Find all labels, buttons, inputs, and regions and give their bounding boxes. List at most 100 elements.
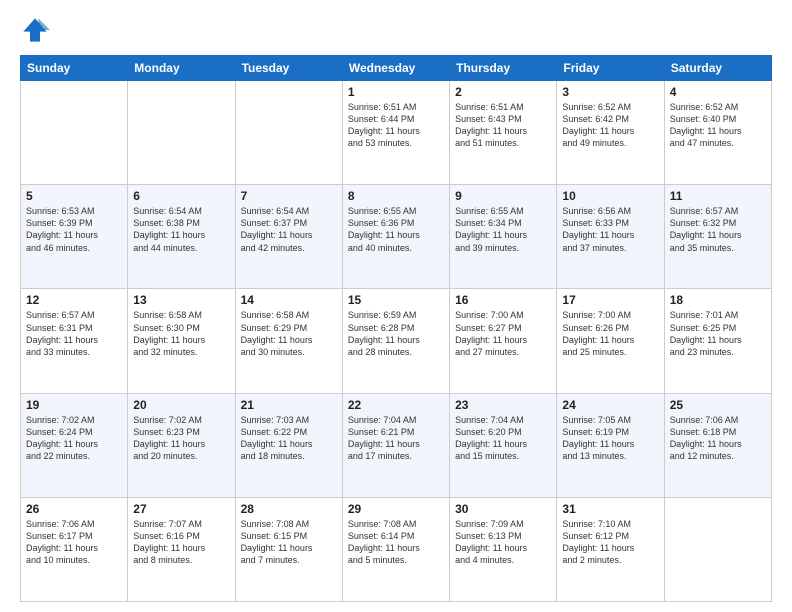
day-info: Sunrise: 6:52 AM Sunset: 6:42 PM Dayligh… — [562, 101, 658, 150]
day-header-monday: Monday — [128, 56, 235, 81]
calendar-header-row: SundayMondayTuesdayWednesdayThursdayFrid… — [21, 56, 772, 81]
day-info: Sunrise: 7:06 AM Sunset: 6:18 PM Dayligh… — [670, 414, 766, 463]
day-info: Sunrise: 7:07 AM Sunset: 6:16 PM Dayligh… — [133, 518, 229, 567]
calendar-cell: 13 Sunrise: 6:58 AM Sunset: 6:30 PM Dayli… — [128, 289, 235, 393]
day-info: Sunrise: 6:51 AM Sunset: 6:44 PM Dayligh… — [348, 101, 444, 150]
day-info: Sunrise: 7:06 AM Sunset: 6:17 PM Dayligh… — [26, 518, 122, 567]
day-header-saturday: Saturday — [664, 56, 771, 81]
day-header-wednesday: Wednesday — [342, 56, 449, 81]
day-number: 2 — [455, 85, 551, 99]
calendar-cell: 27 Sunrise: 7:07 AM Sunset: 6:16 PM Dayli… — [128, 497, 235, 601]
day-number: 21 — [241, 398, 337, 412]
calendar-cell: 11 Sunrise: 6:57 AM Sunset: 6:32 PM Dayli… — [664, 185, 771, 289]
header — [20, 15, 772, 45]
calendar-cell: 18 Sunrise: 7:01 AM Sunset: 6:25 PM Dayli… — [664, 289, 771, 393]
day-number: 26 — [26, 502, 122, 516]
day-header-friday: Friday — [557, 56, 664, 81]
calendar-cell: 30Sunrise: 7:09 AM Sunset: 6:13 PM Dayli… — [450, 497, 557, 601]
day-info: Sunrise: 6:53 AM Sunset: 6:39 PM Dayligh… — [26, 205, 122, 254]
calendar-cell: 2 Sunrise: 6:51 AM Sunset: 6:43 PM Daylig… — [450, 81, 557, 185]
day-info: Sunrise: 6:58 AM Sunset: 6:29 PM Dayligh… — [241, 309, 337, 358]
day-info: Sunrise: 6:57 AM Sunset: 6:32 PM Dayligh… — [670, 205, 766, 254]
day-info: Sunrise: 6:55 AM Sunset: 6:36 PM Dayligh… — [348, 205, 444, 254]
day-number: 18 — [670, 293, 766, 307]
day-info: Sunrise: 6:57 AM Sunset: 6:31 PM Dayligh… — [26, 309, 122, 358]
day-number: 19 — [26, 398, 122, 412]
day-number: 27 — [133, 502, 229, 516]
calendar-cell: 25 Sunrise: 7:06 AM Sunset: 6:18 PM Dayli… — [664, 393, 771, 497]
calendar-cell: 19 Sunrise: 7:02 AM Sunset: 6:24 PM Dayli… — [21, 393, 128, 497]
day-number: 11 — [670, 189, 766, 203]
day-number: 17 — [562, 293, 658, 307]
page: SundayMondayTuesdayWednesdayThursdayFrid… — [0, 0, 792, 612]
calendar-week-1: 1 Sunrise: 6:51 AM Sunset: 6:44 PM Daylig… — [21, 81, 772, 185]
day-number: 13 — [133, 293, 229, 307]
logo — [20, 15, 55, 45]
calendar-cell: 29 Sunrise: 7:08 AM Sunset: 6:14 PM Dayli… — [342, 497, 449, 601]
day-info: Sunrise: 6:59 AM Sunset: 6:28 PM Dayligh… — [348, 309, 444, 358]
day-info: Sunrise: 6:58 AM Sunset: 6:30 PM Dayligh… — [133, 309, 229, 358]
calendar-week-2: 5Sunrise: 6:53 AM Sunset: 6:39 PM Daylig… — [21, 185, 772, 289]
calendar-cell: 31 Sunrise: 7:10 AM Sunset: 6:12 PM Dayli… — [557, 497, 664, 601]
day-number: 14 — [241, 293, 337, 307]
calendar-cell: 24 Sunrise: 7:05 AM Sunset: 6:19 PM Dayli… — [557, 393, 664, 497]
day-info: Sunrise: 6:51 AM Sunset: 6:43 PM Dayligh… — [455, 101, 551, 150]
calendar-cell: 26 Sunrise: 7:06 AM Sunset: 6:17 PM Dayli… — [21, 497, 128, 601]
calendar-cell — [664, 497, 771, 601]
day-number: 1 — [348, 85, 444, 99]
calendar-cell: 22Sunrise: 7:04 AM Sunset: 6:21 PM Dayli… — [342, 393, 449, 497]
day-number: 23 — [455, 398, 551, 412]
day-info: Sunrise: 7:05 AM Sunset: 6:19 PM Dayligh… — [562, 414, 658, 463]
day-number: 3 — [562, 85, 658, 99]
calendar-cell: 16Sunrise: 7:00 AM Sunset: 6:27 PM Dayli… — [450, 289, 557, 393]
calendar-cell: 4 Sunrise: 6:52 AM Sunset: 6:40 PM Daylig… — [664, 81, 771, 185]
calendar-cell: 3 Sunrise: 6:52 AM Sunset: 6:42 PM Daylig… — [557, 81, 664, 185]
day-info: Sunrise: 7:02 AM Sunset: 6:23 PM Dayligh… — [133, 414, 229, 463]
day-info: Sunrise: 7:03 AM Sunset: 6:22 PM Dayligh… — [241, 414, 337, 463]
day-number: 15 — [348, 293, 444, 307]
day-info: Sunrise: 7:08 AM Sunset: 6:14 PM Dayligh… — [348, 518, 444, 567]
day-number: 12 — [26, 293, 122, 307]
calendar-cell: 21 Sunrise: 7:03 AM Sunset: 6:22 PM Dayli… — [235, 393, 342, 497]
calendar-cell: 5Sunrise: 6:53 AM Sunset: 6:39 PM Daylig… — [21, 185, 128, 289]
calendar-cell: 15 Sunrise: 6:59 AM Sunset: 6:28 PM Dayli… — [342, 289, 449, 393]
day-info: Sunrise: 7:04 AM Sunset: 6:20 PM Dayligh… — [455, 414, 551, 463]
calendar-cell: 23 Sunrise: 7:04 AM Sunset: 6:20 PM Dayli… — [450, 393, 557, 497]
calendar-cell: 12 Sunrise: 6:57 AM Sunset: 6:31 PM Dayli… — [21, 289, 128, 393]
day-header-sunday: Sunday — [21, 56, 128, 81]
calendar-cell: 10Sunrise: 6:56 AM Sunset: 6:33 PM Dayli… — [557, 185, 664, 289]
day-number: 29 — [348, 502, 444, 516]
calendar-week-5: 26 Sunrise: 7:06 AM Sunset: 6:17 PM Dayli… — [21, 497, 772, 601]
calendar-cell: 9Sunrise: 6:55 AM Sunset: 6:34 PM Daylig… — [450, 185, 557, 289]
calendar-cell: 1 Sunrise: 6:51 AM Sunset: 6:44 PM Daylig… — [342, 81, 449, 185]
day-info: Sunrise: 7:10 AM Sunset: 6:12 PM Dayligh… — [562, 518, 658, 567]
day-number: 20 — [133, 398, 229, 412]
day-info: Sunrise: 7:02 AM Sunset: 6:24 PM Dayligh… — [26, 414, 122, 463]
day-number: 16 — [455, 293, 551, 307]
calendar-week-4: 19 Sunrise: 7:02 AM Sunset: 6:24 PM Dayli… — [21, 393, 772, 497]
day-number: 31 — [562, 502, 658, 516]
day-info: Sunrise: 6:54 AM Sunset: 6:38 PM Dayligh… — [133, 205, 229, 254]
day-info: Sunrise: 7:01 AM Sunset: 6:25 PM Dayligh… — [670, 309, 766, 358]
calendar-cell: 8Sunrise: 6:55 AM Sunset: 6:36 PM Daylig… — [342, 185, 449, 289]
day-info: Sunrise: 7:09 AM Sunset: 6:13 PM Dayligh… — [455, 518, 551, 567]
calendar-cell: 17Sunrise: 7:00 AM Sunset: 6:26 PM Dayli… — [557, 289, 664, 393]
day-info: Sunrise: 6:56 AM Sunset: 6:33 PM Dayligh… — [562, 205, 658, 254]
calendar-cell — [235, 81, 342, 185]
day-number: 24 — [562, 398, 658, 412]
day-number: 28 — [241, 502, 337, 516]
day-number: 4 — [670, 85, 766, 99]
day-header-tuesday: Tuesday — [235, 56, 342, 81]
calendar-cell: 7Sunrise: 6:54 AM Sunset: 6:37 PM Daylig… — [235, 185, 342, 289]
calendar-table: SundayMondayTuesdayWednesdayThursdayFrid… — [20, 55, 772, 602]
day-number: 6 — [133, 189, 229, 203]
day-number: 25 — [670, 398, 766, 412]
logo-icon — [20, 15, 50, 45]
calendar-cell: 20 Sunrise: 7:02 AM Sunset: 6:23 PM Dayli… — [128, 393, 235, 497]
calendar-week-3: 12 Sunrise: 6:57 AM Sunset: 6:31 PM Dayli… — [21, 289, 772, 393]
day-number: 22 — [348, 398, 444, 412]
day-info: Sunrise: 6:52 AM Sunset: 6:40 PM Dayligh… — [670, 101, 766, 150]
day-number: 7 — [241, 189, 337, 203]
calendar-cell: 28Sunrise: 7:08 AM Sunset: 6:15 PM Dayli… — [235, 497, 342, 601]
day-header-thursday: Thursday — [450, 56, 557, 81]
